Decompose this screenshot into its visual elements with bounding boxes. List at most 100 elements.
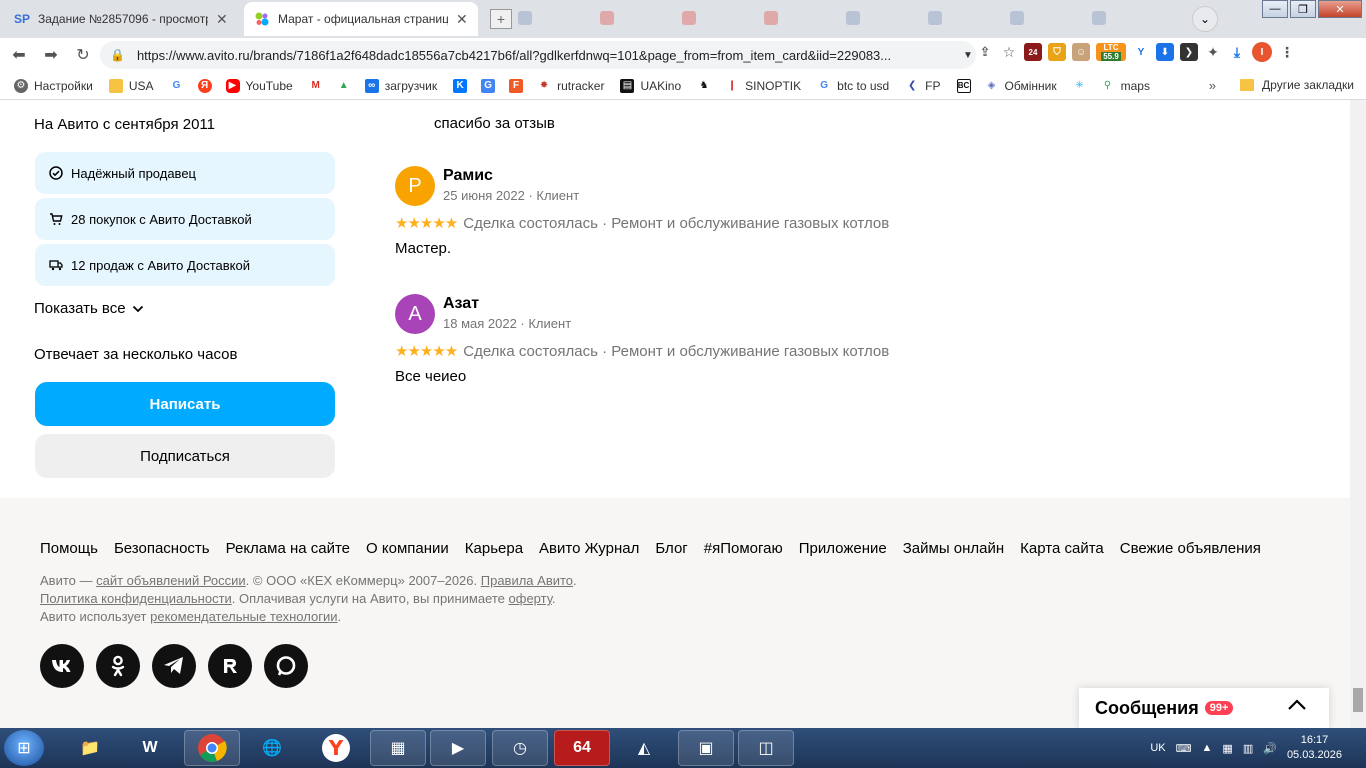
bookmark-item[interactable]: Gbtc to usd (817, 78, 889, 93)
lock-icon[interactable]: 🔒 (110, 48, 125, 62)
bookmark-item[interactable]: ◈ Обмінник (984, 78, 1057, 93)
chrome-icon[interactable] (184, 730, 240, 766)
avatar[interactable]: Р (395, 166, 435, 206)
bookmark-item[interactable]: USA (108, 78, 154, 93)
bookmark-google[interactable]: G (169, 78, 190, 93)
bookmark-star[interactable]: ✳ (1072, 78, 1093, 93)
app-green-icon[interactable]: ▦ (370, 730, 426, 766)
bookmark-item[interactable]: ∞ загрузчик (364, 78, 437, 93)
legal-link[interactable]: Политика конфиденциальности (40, 591, 232, 606)
chevron-up-icon[interactable] (1287, 694, 1307, 717)
pinned-tab[interactable] (682, 8, 754, 28)
footer-link-about[interactable]: О компании (366, 540, 449, 557)
pinned-tab[interactable] (764, 8, 836, 28)
clock-app-icon[interactable]: ◷ (492, 730, 548, 766)
network-icon[interactable]: ▥ (1243, 742, 1253, 755)
bookmark-item[interactable]: ⚲ maps (1100, 78, 1150, 93)
reviewer-name[interactable]: Азат (443, 295, 479, 313)
seller-badge-sales[interactable]: 12 продаж с Авито Доставкой (35, 244, 335, 286)
url-dropdown-icon[interactable]: ▼ (963, 50, 973, 61)
pinned-tab[interactable] (518, 8, 590, 28)
bookmarks-more-button[interactable]: » (1209, 78, 1216, 93)
legal-link[interactable]: сайт объявлений России (96, 573, 246, 588)
bookmark-item[interactable]: ❙ SINOPTIK (725, 78, 801, 93)
vk-icon[interactable] (40, 644, 84, 688)
extensions-puzzle-icon[interactable]: ✦ (1204, 43, 1222, 61)
page-scrollbar[interactable] (1350, 100, 1366, 728)
window-close-icon[interactable]: ✕ (1318, 0, 1362, 18)
start-button-icon[interactable]: ⊞ (4, 730, 44, 766)
tab-avito[interactable]: Марат - официальная страница ✕ (244, 2, 478, 36)
footer-link-fresh[interactable]: Свежие объявления (1120, 540, 1261, 557)
terminal-app-icon[interactable]: ▣ (678, 730, 734, 766)
bookmark-gmail[interactable]: M (308, 78, 329, 93)
profile-avatar[interactable]: I (1252, 42, 1272, 62)
app-window-icon[interactable]: ◫ (738, 730, 794, 766)
seller-badge-reliable[interactable]: Надёжный продавец (35, 152, 335, 194)
app-colorful-icon[interactable]: ◭ (616, 730, 672, 766)
bookmark-item[interactable]: ▶ YouTube (225, 78, 293, 93)
dzen-icon[interactable] (264, 644, 308, 688)
subscribe-button[interactable]: Подписаться (35, 434, 335, 478)
footer-link-career[interactable]: Карьера (465, 540, 523, 557)
show-all-button[interactable]: Показать все (34, 300, 144, 317)
footer-link-help-hashtag[interactable]: #яПомогаю (704, 540, 783, 557)
extension-download-icon[interactable]: ⬇ (1156, 43, 1174, 61)
shield-app-icon[interactable]: W (122, 730, 178, 766)
share-icon[interactable]: ⇪ (976, 43, 994, 61)
legal-link[interactable]: Правила Авито (481, 573, 573, 588)
footer-link-help[interactable]: Помощь (40, 540, 98, 557)
write-message-button[interactable]: Написать (35, 382, 335, 426)
reload-icon[interactable]: ↻ (70, 42, 96, 68)
footer-link-journal[interactable]: Авито Журнал (539, 540, 639, 557)
bookmark-vk[interactable]: K (453, 78, 473, 93)
pinned-tab[interactable] (1010, 8, 1082, 28)
messages-widget[interactable]: Сообщения 99+ (1079, 688, 1329, 728)
seller-badge-purchases[interactable]: 28 покупок с Авито Доставкой (35, 198, 335, 240)
pinned-tab[interactable] (928, 8, 1000, 28)
tab-task[interactable]: SP Задание №2857096 - просмотр з ✕ (4, 4, 238, 34)
bookmark-item[interactable]: ❮ FP (905, 78, 941, 93)
new-tab-button[interactable]: + (490, 9, 512, 29)
address-bar[interactable]: 🔒 https://www.avito.ru/brands/7186f1a2f6… (100, 41, 976, 69)
keyboard-icon[interactable]: ⌨ (1176, 742, 1192, 755)
close-tab-icon[interactable]: ✕ (456, 11, 468, 28)
footer-link-security[interactable]: Безопасность (114, 540, 210, 557)
url-text[interactable]: https://www.avito.ru/brands/7186f1a2f648… (137, 48, 957, 63)
scrollbar-thumb[interactable] (1353, 688, 1363, 712)
minimize-icon[interactable]: — (1262, 0, 1288, 18)
telegram-icon[interactable] (152, 644, 196, 688)
tray-up-icon[interactable]: ▲ (1202, 742, 1213, 754)
downloads-icon[interactable]: ⤓ (1228, 43, 1246, 61)
legal-link[interactable]: рекомендательные технологии (150, 609, 337, 624)
legal-link[interactable]: оферту (509, 591, 552, 606)
extension-24-icon[interactable]: 24 (1024, 43, 1042, 61)
back-icon[interactable]: ⬅ (6, 42, 32, 68)
bookmark-item[interactable]: ⚙ Настройки (14, 78, 93, 93)
extension-arrow-icon[interactable]: ❯ (1180, 43, 1198, 61)
ok-icon[interactable] (96, 644, 140, 688)
extension-ltc-icon[interactable]: LTC 55.9 (1096, 43, 1126, 61)
yandex-browser-icon[interactable]: Y (308, 730, 364, 766)
tray-app-icon[interactable]: ▦ (1222, 742, 1232, 755)
bookmark-item[interactable]: ▤ UAKino (620, 78, 681, 93)
bookmark-chess[interactable]: ♞ (697, 78, 717, 93)
footer-link-loans[interactable]: Займы онлайн (903, 540, 1004, 557)
footer-link-app[interactable]: Приложение (799, 540, 887, 557)
bookmark-bc[interactable]: BC (956, 78, 977, 93)
aida64-icon[interactable]: 64 (554, 730, 610, 766)
bookmark-f[interactable]: F (509, 78, 529, 93)
language-indicator[interactable]: UK (1150, 742, 1165, 754)
extension-shield-icon[interactable]: ⛉ (1048, 43, 1066, 61)
tab-search-icon[interactable]: ⌄ (1192, 6, 1218, 32)
bookmark-item[interactable]: ✸ rutracker (537, 78, 604, 93)
pinned-tab[interactable] (600, 8, 672, 28)
globe-app-icon[interactable]: 🌐 (244, 730, 300, 766)
clock[interactable]: 16:17 05.03.2026 (1287, 733, 1342, 763)
close-tab-icon[interactable]: ✕ (216, 11, 228, 28)
bookmark-yandex[interactable]: Я (197, 78, 218, 93)
explorer-icon[interactable]: 📁 (62, 730, 118, 766)
reviewer-name[interactable]: Рамис (443, 167, 493, 185)
forward-icon[interactable]: ➡ (38, 42, 64, 68)
media-player-icon[interactable]: ▶ (430, 730, 486, 766)
